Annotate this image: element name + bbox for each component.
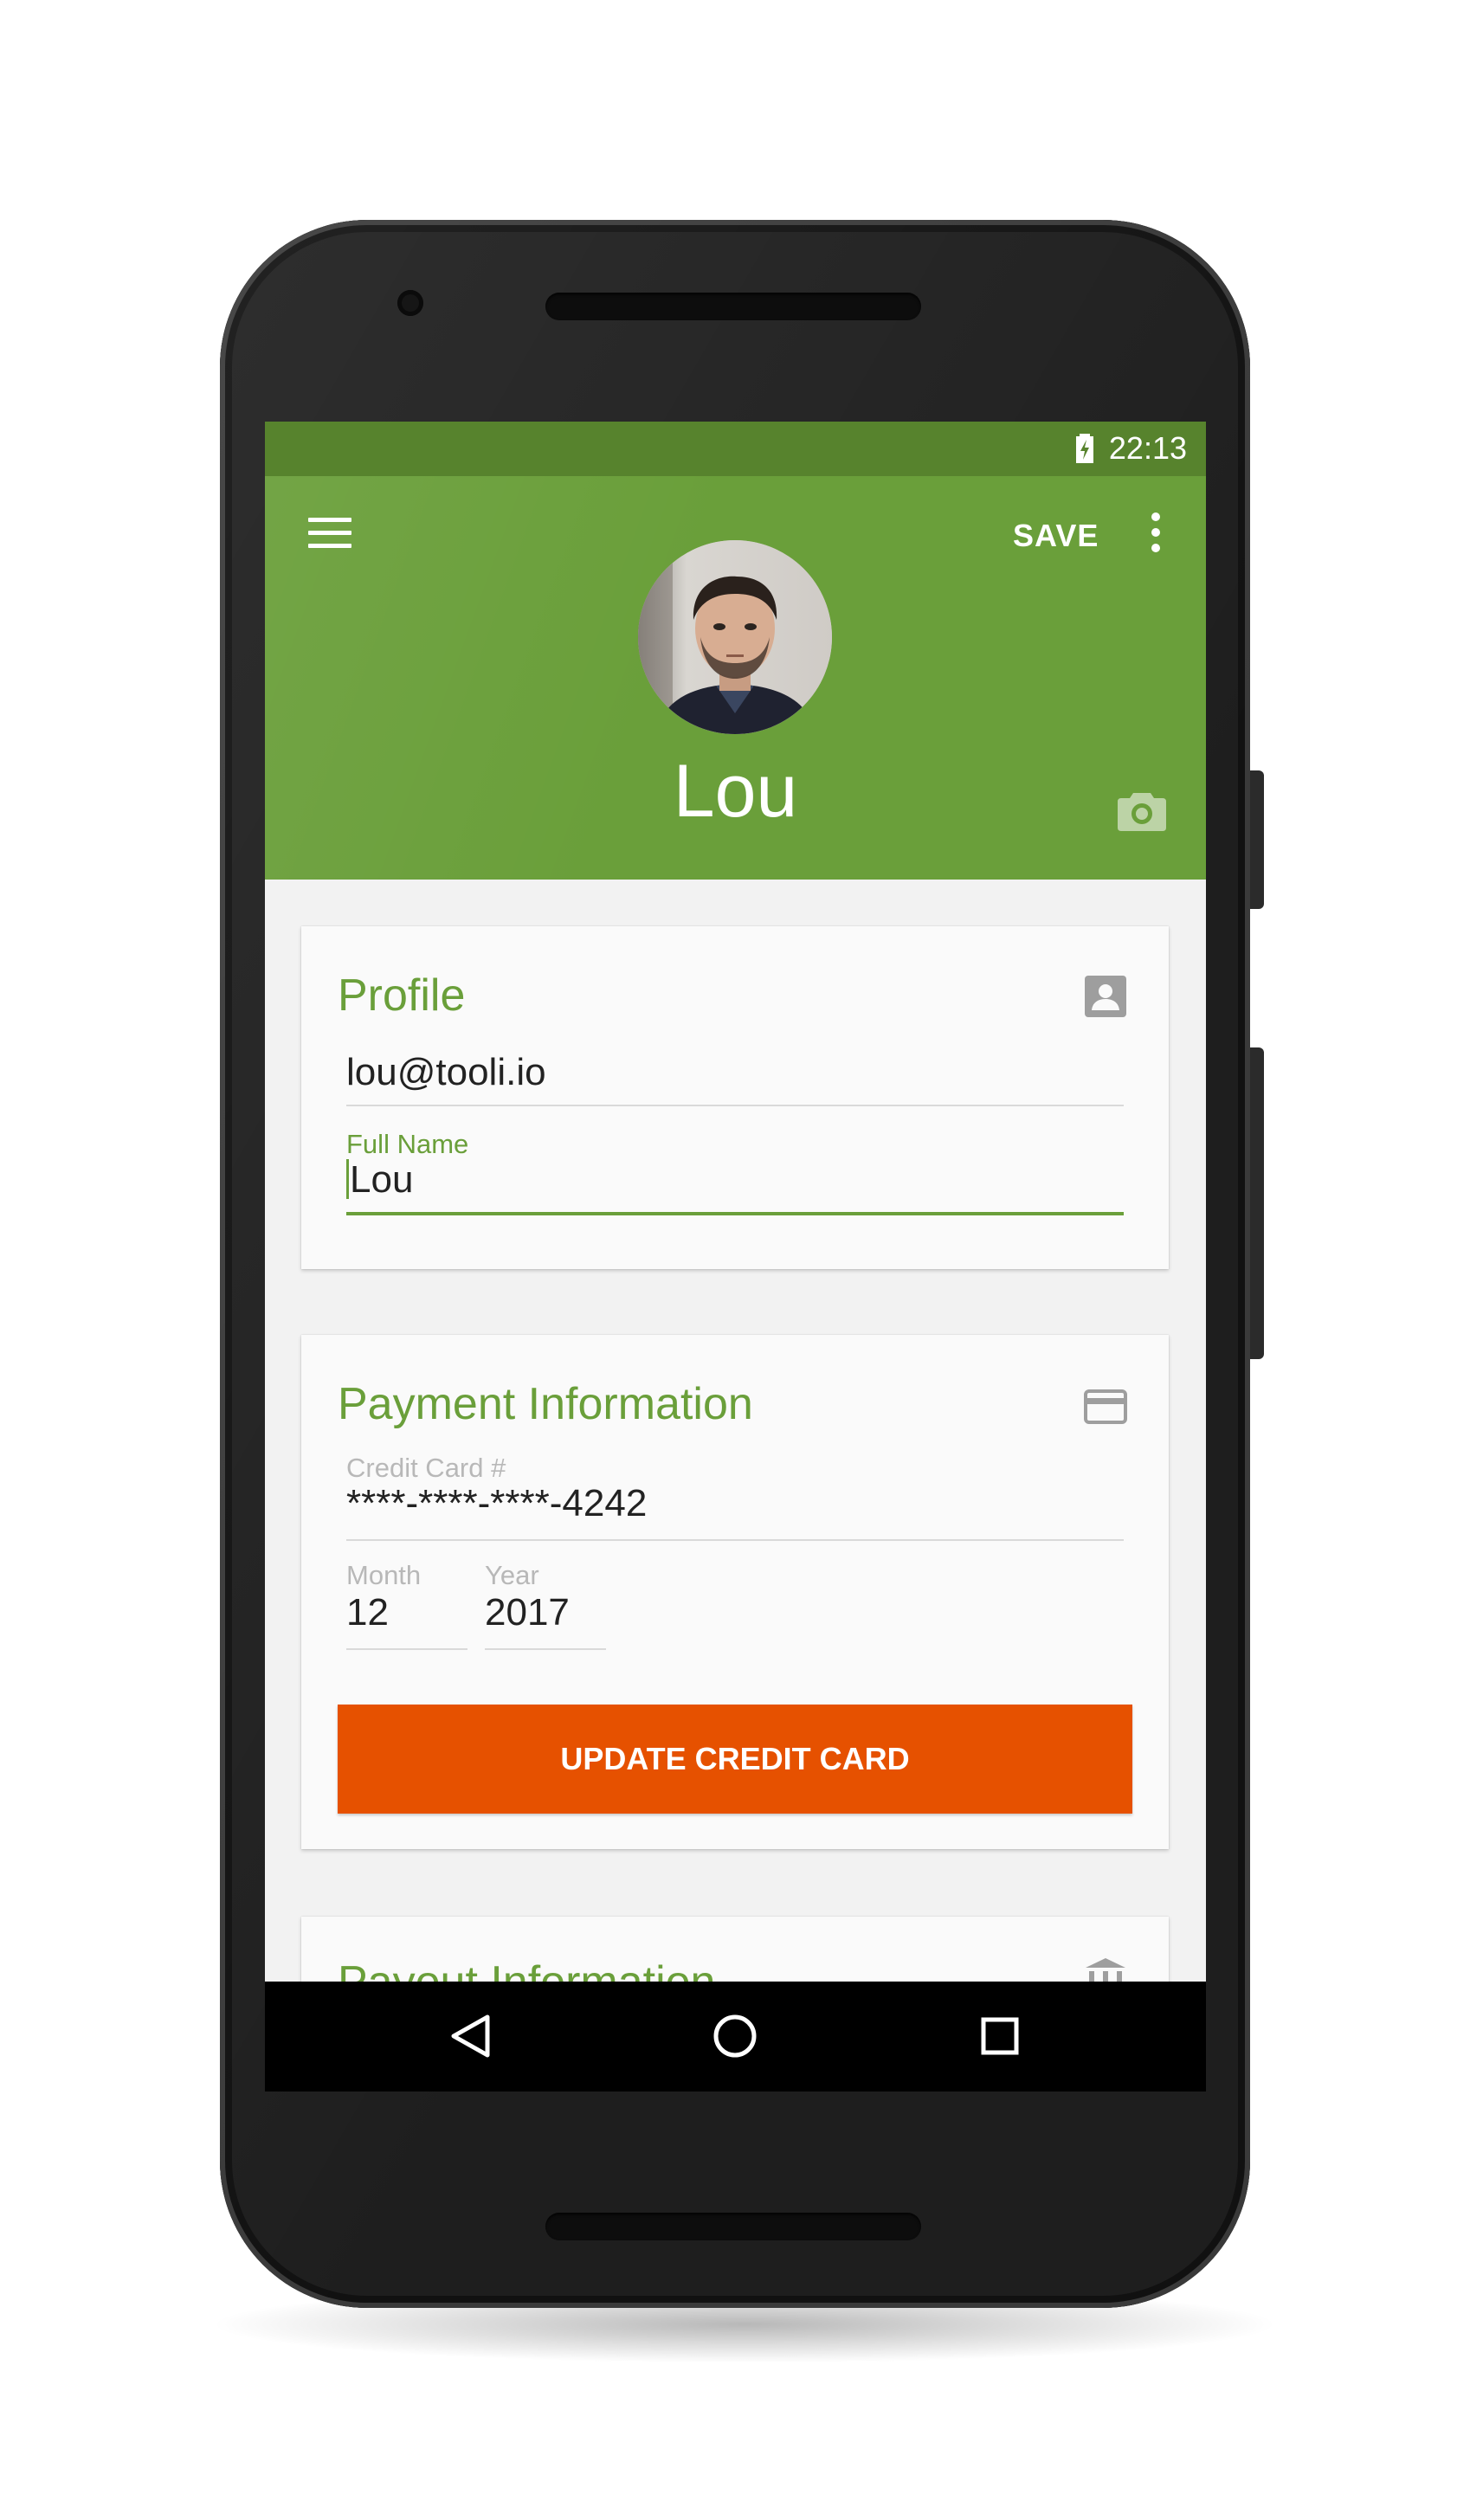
text-cursor [346,1159,349,1199]
user-photo [638,540,832,734]
recents-square-icon[interactable] [980,2016,1020,2056]
avatar[interactable] [638,540,832,734]
full-name-value: Lou [350,1158,414,1201]
device-screen: 22:13 SAVE Lou Profile lou@tooli.io Full… [265,422,1206,2091]
full-name-label: Full Name [346,1129,469,1159]
year-field[interactable]: 2017 [485,1591,570,1634]
credit-card-icon [1084,1389,1127,1424]
full-name-field-underline [346,1212,1124,1215]
email-field[interactable]: lou@tooli.io [346,1051,546,1094]
email-field-underline [346,1105,1124,1106]
credit-card-field[interactable]: ****-****-****-4242 [346,1482,647,1525]
month-underline [346,1648,467,1650]
volume-button [1250,1047,1264,1359]
battery-charging-icon [1076,434,1093,463]
hamburger-menu-icon[interactable] [308,518,351,549]
full-name-field[interactable]: Lou [346,1158,413,1202]
camera-icon[interactable] [1118,790,1166,831]
power-button [1250,770,1264,909]
status-bar: 22:13 [265,422,1206,476]
month-field[interactable]: 12 [346,1591,389,1634]
profile-header: SAVE Lou [265,476,1206,880]
home-circle-icon[interactable] [712,2013,758,2059]
profile-content: Profile lou@tooli.io Full Name Lou Payme… [265,880,1206,2091]
account-box-icon [1085,976,1126,1017]
save-button[interactable]: SAVE [1008,511,1104,561]
profile-name: Lou [673,750,798,833]
month-label: Month [346,1560,422,1590]
update-credit-card-button[interactable]: UPDATE CREDIT CARD [338,1705,1132,1814]
status-time: 22:13 [1108,430,1187,466]
year-underline [485,1648,606,1650]
more-vert-icon[interactable] [1150,512,1162,556]
top-speaker [545,293,921,320]
payment-card-title: Payment Information [338,1379,753,1429]
year-label: Year [485,1560,539,1590]
back-triangle-icon[interactable] [449,2013,493,2059]
profile-card: Profile lou@tooli.io Full Name Lou [301,926,1169,1269]
front-camera [397,290,423,316]
system-nav-bar [265,1982,1206,2091]
profile-card-title: Profile [338,970,466,1021]
bottom-speaker [545,2213,921,2240]
credit-card-underline [346,1539,1124,1541]
payment-card: Payment Information Credit Card # ****-*… [301,1335,1169,1849]
credit-card-label: Credit Card # [346,1453,506,1483]
